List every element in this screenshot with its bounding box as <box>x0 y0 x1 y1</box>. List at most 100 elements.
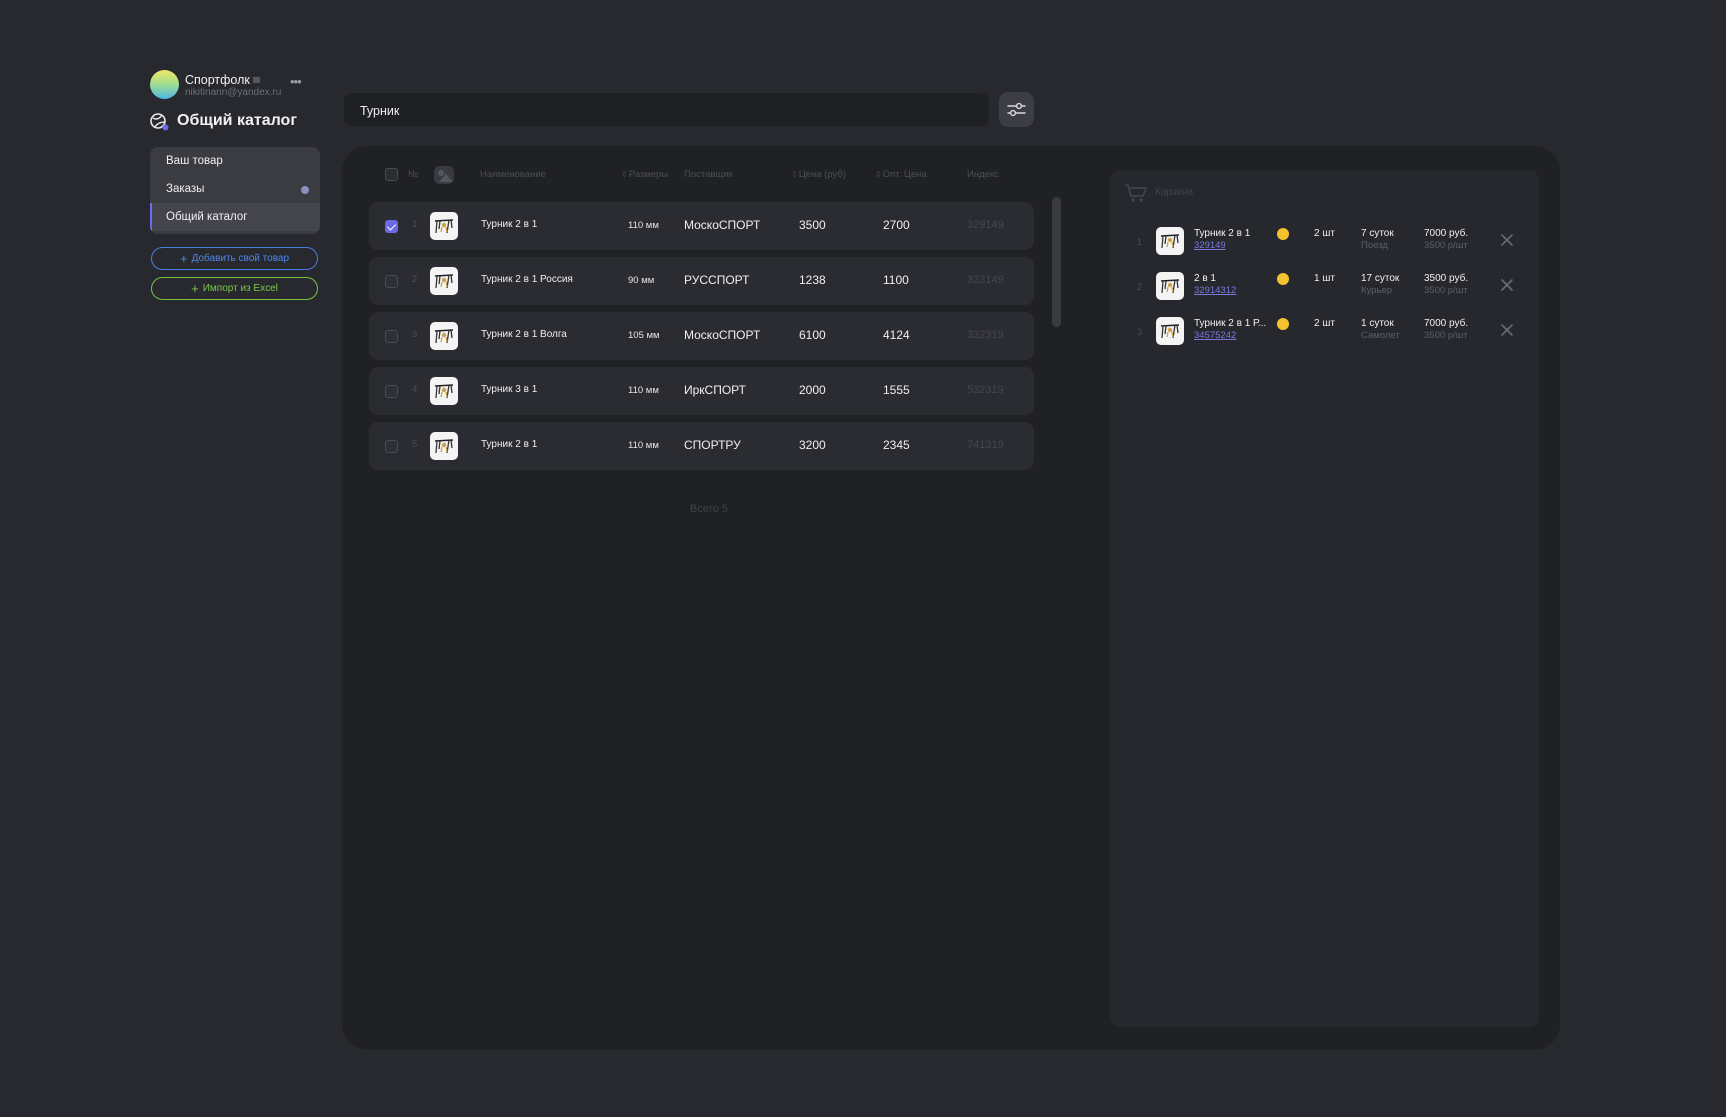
product-image[interactable] <box>430 322 458 350</box>
table-row[interactable]: 3 Турник 2 в 1 Волга 105 мм МоскоСПОРТ 6… <box>369 312 1034 360</box>
filter-icon <box>1007 102 1026 117</box>
import-excel-label: Импорт из Excel <box>202 283 278 294</box>
row-number: 1 <box>412 219 418 230</box>
col-header-size[interactable]: ⇕Размеры <box>621 169 668 180</box>
cart-item-unit-price: 3500 р/шт <box>1424 285 1468 296</box>
product-name: Турник 3 в 1 <box>481 384 538 395</box>
table-row[interactable]: 2 Турник 2 в 1 Россия 90 мм РУССПОРТ 123… <box>369 257 1034 305</box>
row-number: 5 <box>412 439 418 450</box>
sidebar-item-catalog[interactable]: Общий каталог <box>150 203 320 231</box>
catalog-logo-icon <box>150 113 169 131</box>
product-size: 110 мм <box>628 220 659 231</box>
profile[interactable]: Спортфолк nikitinann@yandex.ru ••• <box>150 70 320 100</box>
col-header-price[interactable]: ⇕Цена (руб) <box>791 169 846 180</box>
product-image-icon <box>434 384 454 399</box>
plus-icon: + <box>191 281 199 296</box>
select-all-checkbox[interactable] <box>385 168 398 181</box>
close-icon[interactable] <box>1500 233 1514 247</box>
product-index: 329149 <box>967 219 1004 231</box>
cart-item-days: 17 суток <box>1361 273 1400 284</box>
product-name: Турник 2 в 1 Россия <box>481 274 573 285</box>
cart-item-image[interactable] <box>1156 227 1184 255</box>
add-product-button[interactable]: + Добавить свой товар <box>151 247 318 270</box>
cart-item-qty: 2 шт <box>1314 228 1335 239</box>
scrollbar[interactable] <box>1052 197 1061 327</box>
product-size: 90 мм <box>628 275 655 286</box>
product-supplier: ИркСПОРТ <box>684 383 746 397</box>
product-price: 6100 <box>799 328 826 342</box>
product-size: 110 мм <box>628 385 659 396</box>
total-count: Всего 5 <box>690 503 729 515</box>
product-opt-price: 2700 <box>883 218 910 232</box>
add-product-label: Добавить свой товар <box>191 253 290 264</box>
table-row[interactable]: 1 Турник 2 в 1 110 мм МоскоСПОРТ 3500 27… <box>369 202 1034 250</box>
col-header-index[interactable]: Индекс <box>967 169 999 180</box>
product-image-icon <box>434 329 454 344</box>
col-header-opt-price[interactable]: ⇕Опт. Цена <box>875 169 927 180</box>
flag-icon <box>252 77 260 83</box>
product-image-icon <box>1160 234 1180 249</box>
col-header-size-label: Размеры <box>628 169 669 180</box>
close-icon[interactable] <box>1500 278 1514 292</box>
product-image[interactable] <box>430 432 458 460</box>
cart-item-sum: 7000 руб. <box>1424 228 1469 239</box>
row-number: 3 <box>412 329 418 340</box>
cart-item-link[interactable]: 32914312 <box>1194 285 1236 296</box>
product-supplier: МоскоСПОРТ <box>684 218 761 232</box>
row-checkbox[interactable] <box>385 220 398 233</box>
product-image-icon <box>434 219 454 234</box>
plus-icon: + <box>179 251 188 266</box>
import-excel-button[interactable]: + Импорт из Excel <box>151 277 318 300</box>
product-name: Турник 2 в 1 Волга <box>481 329 567 340</box>
product-image-icon <box>434 274 454 289</box>
cart-item-name: 2 в 1 <box>1194 273 1216 284</box>
status-dot <box>1277 273 1289 285</box>
sidebar-item-label: Заказы <box>166 183 205 195</box>
cart-item-name: Турник 2 в 1 Р... <box>1194 318 1267 329</box>
product-supplier: МоскоСПОРТ <box>684 328 761 342</box>
product-price: 3200 <box>799 438 826 452</box>
search-input[interactable] <box>358 93 962 128</box>
table-row[interactable]: 5 Турник 2 в 1 110 мм СПОРТРУ 3200 2345 … <box>369 422 1034 470</box>
avatar[interactable] <box>150 70 179 99</box>
sidebar-menu: Ваш товар Заказы Общий каталог <box>150 147 320 234</box>
sidebar-item-orders[interactable]: Заказы <box>150 175 320 203</box>
product-name: Турник 2 в 1 <box>481 219 538 230</box>
product-image[interactable] <box>430 377 458 405</box>
cart-item-image[interactable] <box>1156 317 1184 345</box>
cart-item-link[interactable]: 34575242 <box>1194 330 1236 341</box>
cart-item-link[interactable]: 329149 <box>1194 240 1226 251</box>
table-row[interactable]: 4 Турник 3 в 1 110 мм ИркСПОРТ 2000 1555… <box>369 367 1034 415</box>
product-image-icon <box>1160 324 1180 339</box>
row-checkbox[interactable] <box>385 440 398 453</box>
col-header-name[interactable]: Наименование <box>480 169 546 180</box>
product-size: 110 мм <box>628 440 659 451</box>
product-index: 323149 <box>967 274 1004 286</box>
col-header-num: № <box>408 169 419 180</box>
product-price: 1238 <box>799 273 826 287</box>
product-index: 532319 <box>967 384 1004 396</box>
photo-icon <box>434 166 454 184</box>
product-opt-price: 1100 <box>883 273 909 287</box>
cart-item-unit-price: 3500 р/шт <box>1424 330 1468 341</box>
col-header-supplier[interactable]: Поставщик <box>684 169 733 180</box>
row-checkbox[interactable] <box>385 330 398 343</box>
product-opt-price: 1555 <box>883 383 910 397</box>
sidebar-item-your-products[interactable]: Ваш товар <box>150 147 320 175</box>
filter-button[interactable] <box>999 92 1034 127</box>
page-title-text: Общий каталог <box>177 112 297 129</box>
product-size: 105 мм <box>628 330 660 341</box>
cart-item-number: 1 <box>1137 237 1143 247</box>
row-checkbox[interactable] <box>385 275 398 288</box>
product-image[interactable] <box>430 267 458 295</box>
cart-item-number: 2 <box>1137 282 1143 292</box>
product-price: 2000 <box>799 383 826 397</box>
cart-item-image[interactable] <box>1156 272 1184 300</box>
cart-item-unit-price: 3500 р/шт <box>1424 240 1468 251</box>
product-image[interactable] <box>430 212 458 240</box>
col-header-opt-label: Опт. Цена <box>882 169 927 180</box>
more-icon[interactable]: ••• <box>290 74 302 89</box>
row-checkbox[interactable] <box>385 385 398 398</box>
close-icon[interactable] <box>1500 323 1514 337</box>
product-index: 741319 <box>967 439 1004 451</box>
